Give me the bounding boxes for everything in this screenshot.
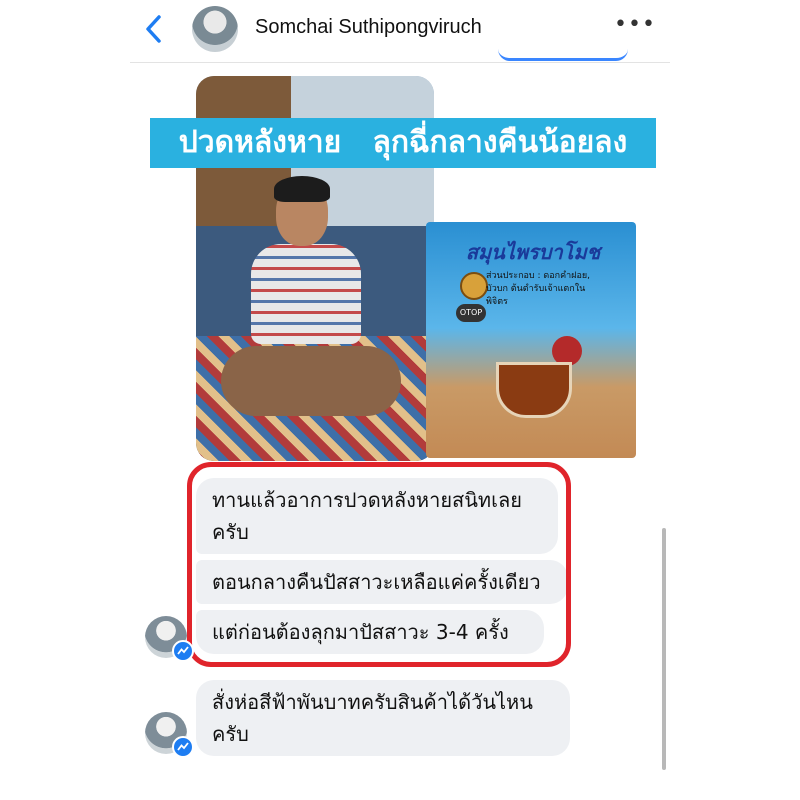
package-brand: สมุนไพรบาโมช [465,242,601,264]
banner-text: ปวดหลังหาย ลุกฉี่กลางคืนน้อยลง [178,125,628,160]
more-button[interactable]: ••• [614,14,655,40]
package-otop-logo: OTOP [456,304,486,322]
messenger-icon [172,640,194,662]
back-button[interactable] [140,12,168,46]
header-divider [130,62,670,63]
tea-cup-icon [496,362,572,418]
photo-person-hair [274,176,330,202]
package-badge-icon [460,272,488,300]
conversation-header: Somchai Suthipongviruch ••• [0,0,800,62]
product-package-image[interactable]: สมุนไพรบาโมช ส่วนประกอบ : ดอกคำฝอย, บัวบ… [426,222,636,458]
photo-person-legs [221,346,401,416]
messenger-icon [172,736,194,758]
message-bubble[interactable]: สั่งห่อสีฟ้าพันบาทครับสินค้าได้วันไหนครั… [196,680,570,756]
photo-person-shirt [251,244,361,344]
contact-name[interactable]: Somchai Suthipongviruch [255,16,482,39]
scrollbar[interactable] [662,528,666,770]
red-highlight-box [187,462,571,667]
package-subtext: ส่วนประกอบ : ดอกคำฝอย, บัวบก ต้นตำรับเจ้… [486,271,590,307]
chevron-left-icon [146,15,161,43]
previous-message-edge [498,40,628,61]
more-dots-icon: ••• [614,12,656,37]
contact-avatar[interactable] [192,6,238,52]
